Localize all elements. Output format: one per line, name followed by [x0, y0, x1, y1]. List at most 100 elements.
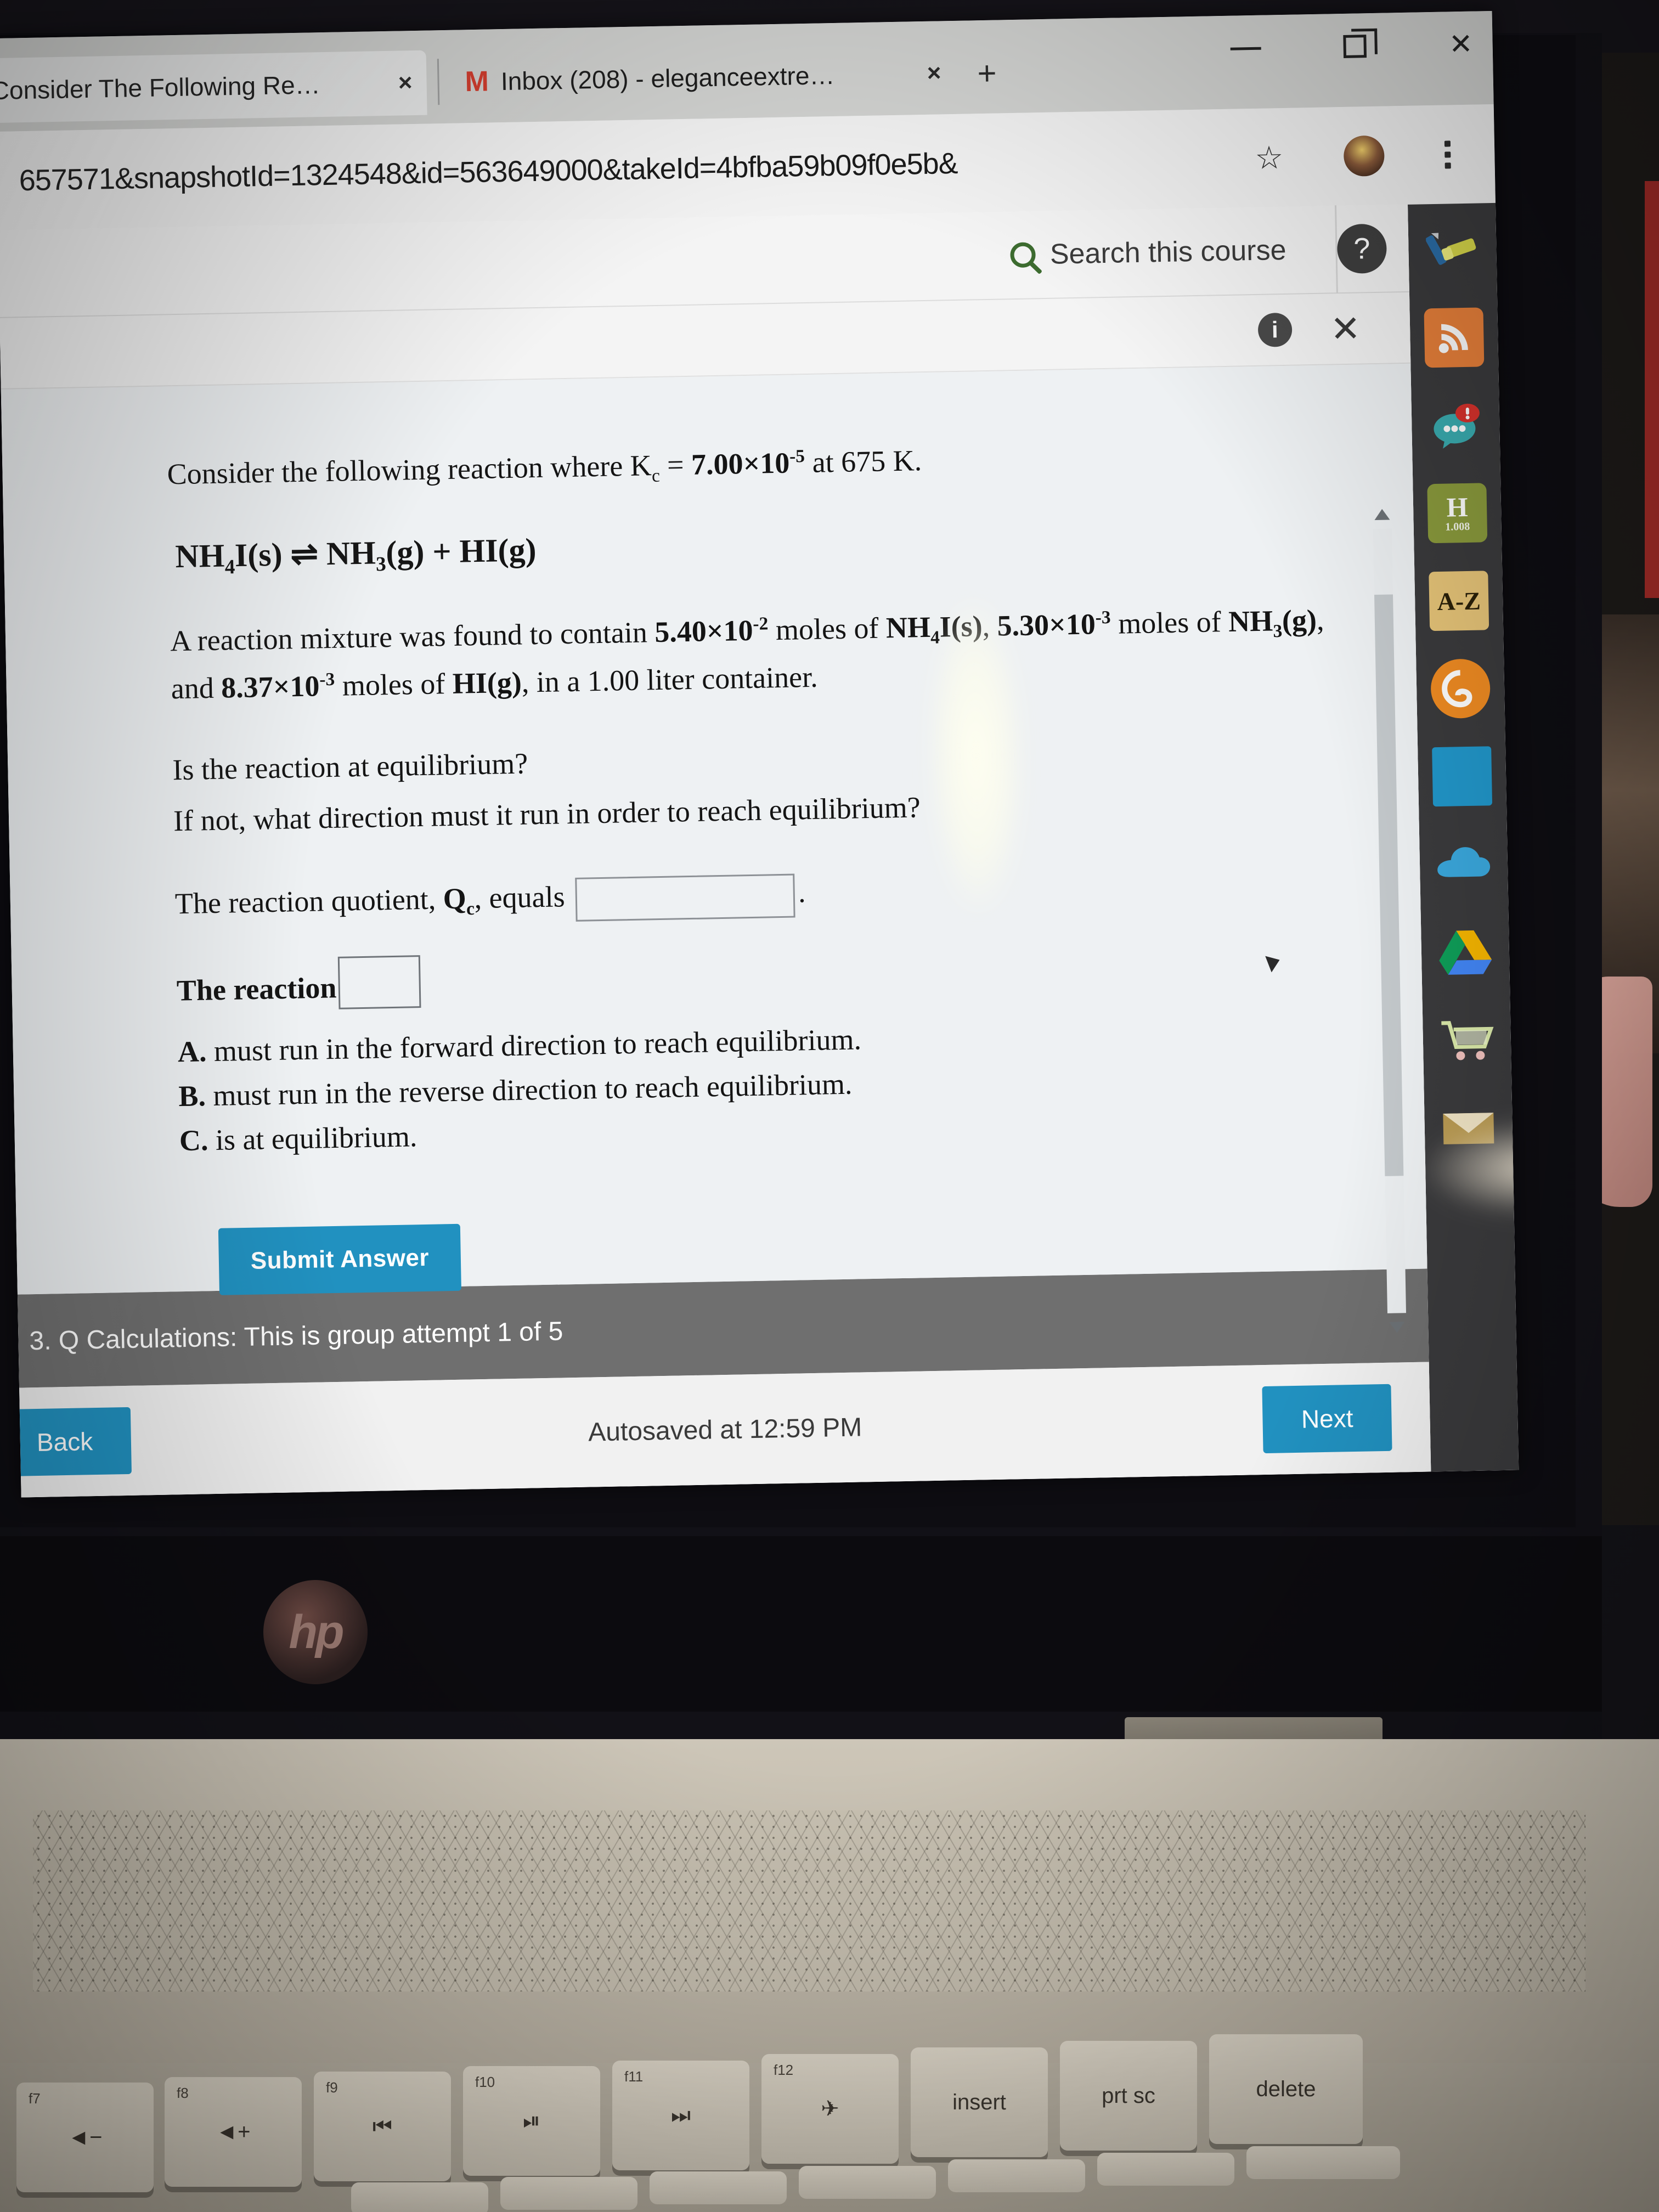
periodic-table-icon[interactable]: H 1.008 [1427, 483, 1488, 544]
kc-exponent: -5 [789, 446, 805, 467]
laptop-lower-bezel [0, 1536, 1602, 1712]
option-c-letter: C. [179, 1124, 208, 1158]
cloud-icon[interactable] [1434, 834, 1494, 894]
reaction-label: The reaction [176, 971, 337, 1007]
key-fn-label: f11 [624, 2068, 644, 2085]
rss-icon[interactable] [1424, 307, 1485, 368]
key-row-partial-7[interactable] [1246, 2146, 1400, 2179]
chat-alert-icon[interactable] [1425, 395, 1486, 455]
key-glyph: ◄− [67, 2125, 103, 2149]
key-f7[interactable]: f7 ◄− [16, 2083, 154, 2192]
new-tab-button[interactable]: + [977, 54, 997, 93]
species-2: NH3(g) [1228, 603, 1317, 642]
laptop-screen: Consider The Following Reaction × M Inbo… [0, 10, 1519, 1498]
key-f11[interactable]: f11 ⏭ [612, 2061, 749, 2170]
intro-text: Consider the following reaction where K [167, 449, 652, 491]
shopping-cart-icon[interactable] [1437, 1009, 1497, 1070]
reaction-quotient-input[interactable] [575, 873, 795, 922]
key-row-partial-3[interactable] [650, 2171, 787, 2204]
option-b-text: must run in the reverse direction to rea… [212, 1067, 853, 1113]
key-delete[interactable]: delete [1209, 2034, 1363, 2144]
key-fn-label: f12 [774, 2062, 794, 2078]
envelope-icon[interactable] [1438, 1097, 1499, 1158]
search-label: Search this course [1049, 234, 1286, 270]
google-drive-icon[interactable] [1435, 922, 1496, 982]
restore-button[interactable] [1343, 35, 1367, 58]
container-text: in a 1.00 liter container. [536, 660, 819, 698]
scroll-up-arrow[interactable] [1374, 509, 1390, 521]
key-f12[interactable]: f12 ✈ [761, 2054, 899, 2164]
orange-circle-icon[interactable] [1430, 658, 1491, 719]
key-row-partial-6[interactable] [1097, 2153, 1234, 2186]
key-glyph: ⏮ [373, 2114, 392, 2138]
key-fn-label: f7 [29, 2090, 41, 2107]
next-button[interactable]: Next [1262, 1384, 1392, 1454]
key-glyph: delete [1256, 2076, 1316, 2101]
tab-title: Inbox (208) - eleganceextreme1@ [500, 60, 842, 96]
key-prtsc[interactable]: prt sc [1060, 2041, 1197, 2151]
amount-1: 5.40×10 [654, 613, 754, 649]
search-icon [1010, 242, 1036, 268]
quotient-label: The reaction quotient, [174, 882, 444, 921]
address-bar[interactable]: 657571&snapshotId=1324548&id=563649000&t… [19, 146, 958, 198]
amount-3: 8.37×10 [221, 669, 320, 704]
close-icon[interactable]: ✕ [1330, 307, 1361, 350]
key-f9[interactable]: f9 ⏮ [314, 2072, 451, 2181]
key-insert[interactable]: insert [911, 2047, 1048, 2157]
pen-highlighter-icon[interactable] [1423, 219, 1483, 280]
window-controls: ✕ [1231, 29, 1474, 63]
search-this-course[interactable]: Search this course [1010, 233, 1325, 272]
question-body: Consider the following reaction where Kc… [1, 363, 1427, 1333]
key-row-partial-1[interactable] [351, 2182, 488, 2212]
laptop-photo-scene: Consider The Following Reaction × M Inbo… [0, 0, 1659, 2212]
question-content: Consider the following reaction where Kc… [2, 430, 1427, 1299]
key-fn-label: f8 [177, 2085, 189, 2101]
quotient-equals: , equals [474, 880, 566, 915]
moles-of-2: moles of [1118, 605, 1222, 640]
key-glyph: insert [952, 2090, 1006, 2114]
key-glyph: ⏯ [523, 2108, 540, 2133]
speaker-grille [33, 1810, 1585, 1991]
submit-answer-button[interactable]: Submit Answer [218, 1223, 462, 1295]
tab-close-icon[interactable]: × [398, 69, 413, 97]
element-symbol: H [1446, 491, 1469, 523]
mixture-lead-text: A reaction mixture was found to contain [170, 616, 655, 658]
species-1: NH4I(s) [885, 610, 983, 648]
key-glyph: prt sc [1102, 2083, 1155, 2108]
dictionary-az-icon[interactable]: A-Z [1429, 571, 1489, 631]
autosave-status: Autosaved at 12:59 PM [588, 1412, 862, 1447]
profile-avatar[interactable] [1343, 135, 1385, 177]
key-glyph: ⏭ [671, 2103, 691, 2128]
key-f10[interactable]: f10 ⏯ [463, 2066, 600, 2176]
key-row-partial-2[interactable] [500, 2177, 637, 2210]
kc-subscript: c [651, 465, 661, 486]
kebab-menu-icon[interactable] [1444, 140, 1451, 169]
help-icon[interactable]: ? [1336, 223, 1387, 274]
book-icon[interactable] [1432, 746, 1493, 807]
moles-of-1: moles of [775, 611, 879, 647]
key-f8[interactable]: f8 ◄+ [165, 2077, 302, 2187]
tab-close-icon[interactable]: × [927, 59, 941, 87]
key-row-partial-5[interactable] [948, 2159, 1085, 2192]
tab-consider-the-following-reaction[interactable]: Consider The Following Reaction × [0, 50, 427, 123]
qc-symbol: Qc [443, 882, 475, 919]
tab-gmail-inbox[interactable]: M Inbox (208) - eleganceextreme1@ × [450, 41, 956, 115]
tab-separator [437, 59, 440, 105]
amount-1-exponent: -2 [753, 613, 769, 634]
minimize-button[interactable] [1231, 47, 1262, 50]
option-c-text: is at equilibrium. [215, 1120, 417, 1156]
key-row-partial-4[interactable] [799, 2166, 936, 2199]
page-viewport: Search this course ? i ✕ Consider the fo… [0, 202, 1519, 1498]
reaction-answer-input[interactable] [338, 955, 421, 1009]
scroll-down-arrow[interactable] [1389, 1322, 1405, 1333]
key-glyph: ✈ [821, 2097, 839, 2121]
laptop-keyboard: f7 ◄− f8 ◄+ f9 ⏮ f10 ⏯ f11 ⏭ f12 ✈ inser… [0, 2034, 1659, 2212]
key-glyph: ◄+ [216, 2119, 251, 2144]
bookmark-star-icon[interactable]: ☆ [1255, 139, 1284, 177]
info-icon[interactable]: i [1257, 312, 1293, 347]
close-window-button[interactable]: ✕ [1449, 29, 1474, 61]
element-mass: 1.008 [1445, 520, 1470, 533]
temperature-text: at 675 K. [804, 444, 922, 479]
option-a-text: must run in the forward direction to rea… [213, 1023, 862, 1068]
amount-2: 5.30×10 [997, 607, 1096, 642]
